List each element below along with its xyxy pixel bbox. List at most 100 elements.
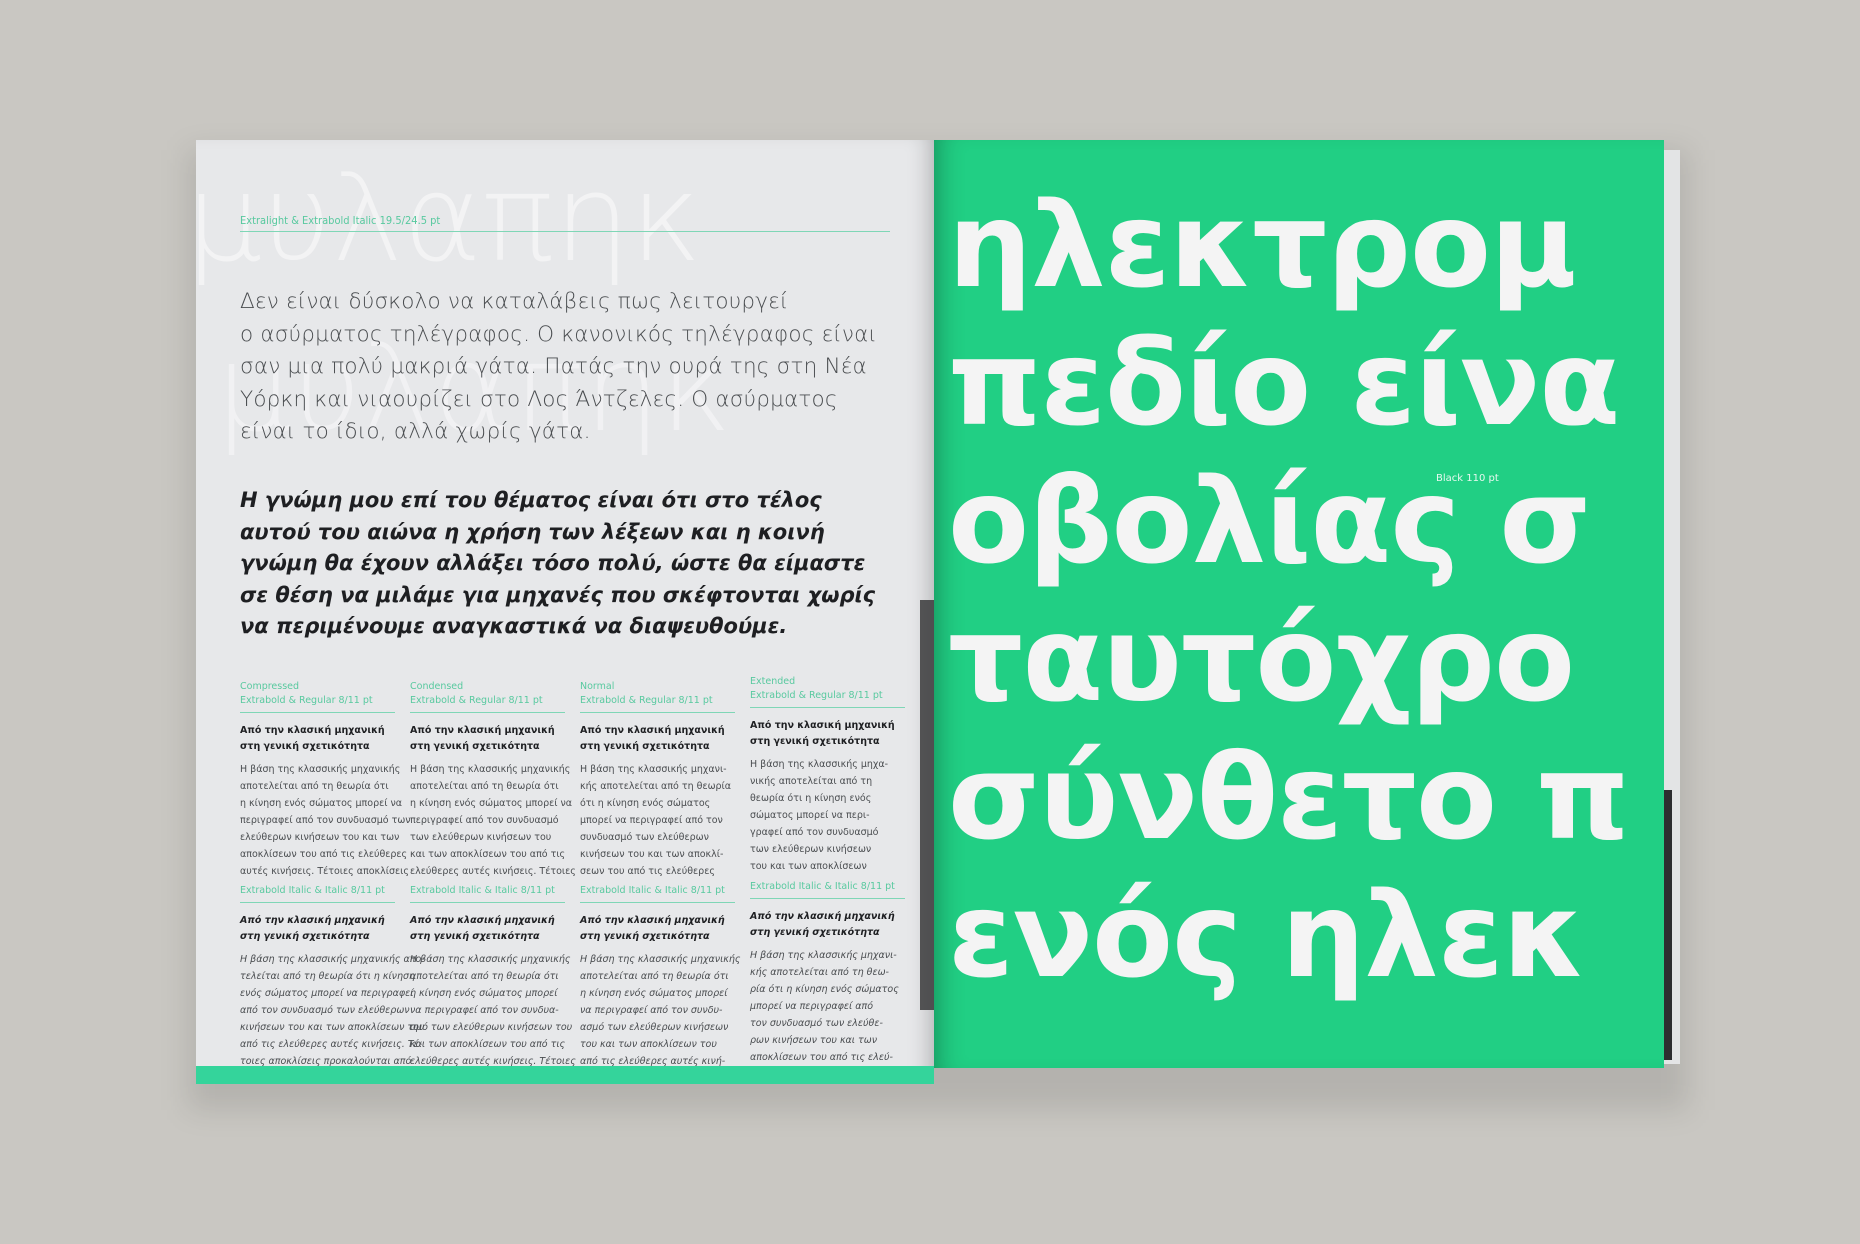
column-text: των ελεύθερων κινήσεων — [750, 844, 872, 855]
column-text: να περιγραφεί από τον συνδυ- — [580, 1005, 723, 1016]
column-text: Η βάση της κλασσικής μηχανικής — [580, 954, 741, 965]
column-heading: στη γενική σχετικότητα — [410, 741, 540, 752]
column-text: των ελεύθερων κινήσεων του — [410, 832, 552, 843]
column-text: Η βάση της κλασσικής μηχανικής — [240, 764, 401, 775]
column-text: συνδυασμό των ελεύθερων — [580, 832, 709, 843]
column-italic-1: Extrabold Italic & Italic 8/11 pt Από τη… — [240, 884, 425, 1070]
column-text: Η βάση της κλασσικής μηχανικής — [410, 954, 571, 965]
display-line: σύνθετο π — [948, 728, 1630, 866]
column-heading: Από την κλασική μηχανική — [410, 915, 555, 926]
column-caption: Extrabold & Regular 8/11 pt — [410, 695, 543, 706]
column-heading: Από την κλασική μηχανική — [580, 915, 725, 926]
bold-line: Η γνώμη μου επί του θέματος είναι ότι στ… — [240, 488, 822, 512]
column-text: Η βάση της κλασσικής μηχανικής απο- — [240, 954, 425, 965]
column-text: σμό των ελεύθερων κινήσεων του — [410, 1022, 573, 1033]
column-heading: Από την κλασική μηχανική — [750, 911, 895, 922]
column-text: και των αποκλίσεων του από τις — [410, 849, 566, 860]
column-heading: Από την κλασική μηχανική — [240, 725, 385, 736]
column-caption: Extrabold Italic & Italic 8/11 pt — [240, 885, 385, 896]
bold-paragraph: Η γνώμη μου επί του θέματος είναι ότι στ… — [240, 485, 920, 643]
bold-line: γνώμη θα έχουν αλλάξει τόσο πολύ, ώστε θ… — [240, 551, 866, 575]
column-heading: στη γενική σχετικότητα — [240, 931, 370, 942]
column-text: ότι η κίνηση ενός σώματος — [580, 798, 711, 809]
column-text: η κίνηση ενός σώματος μπορεί να — [240, 798, 403, 809]
column-normal: Normal Extrabold & Regular 8/11 pt Από τ… — [580, 680, 735, 880]
column-caption: Extrabold Italic & Italic 8/11 pt — [410, 885, 555, 896]
column-text: περιγραφεί από τον συνδυασμό — [410, 815, 559, 826]
column-text: αποτελείται από τη θεωρία ότι — [240, 781, 389, 792]
bold-line: να περιμένουμε αναγκαστικά να διαψευθούμ… — [240, 614, 788, 638]
column-text: η κίνηση ενός σώματος μπορεί να — [410, 798, 573, 809]
column-compressed: Compressed Extrabold & Regular 8/11 pt Α… — [240, 680, 411, 880]
light-line: Δεν είναι δύσκολο να καταλάβεις πως λειτ… — [240, 289, 789, 314]
column-text: θεωρία ότι η κίνηση ενός — [750, 793, 872, 804]
column-text: νικής αποτελείται από τη — [750, 776, 873, 787]
column-text: αυτές κινήσεις. Τέτοιες αποκλίσεις — [240, 866, 409, 877]
display-line: ταυτόχρο — [948, 590, 1575, 728]
column-heading: στη γενική σχετικότητα — [750, 927, 880, 938]
column-text: κής αποτελείται από τη θεωρία — [580, 781, 732, 792]
column-text: αποτελείται από τη θεωρία ότι — [410, 971, 559, 982]
column-text: τον συνδυασμό των ελεύθε- — [750, 1018, 883, 1029]
column-extended: Extended Extrabold & Regular 8/11 pt Από… — [750, 675, 905, 875]
column-italic-4: Extrabold Italic & Italic 8/11 pt Από τη… — [750, 880, 905, 1066]
light-line: ο ασύρματος τηλέγραφος. Ο κανονικός τηλέ… — [240, 321, 878, 347]
column-heading: στη γενική σχετικότητα — [580, 741, 710, 752]
column-text: ασμό των ελεύθερων κινήσεων — [580, 1022, 729, 1033]
column-text: και των αποκλίσεων του από τις — [410, 1039, 566, 1050]
column-rule — [750, 898, 905, 899]
column-condensed: Condensed Extrabold & Regular 8/11 pt Απ… — [410, 680, 576, 880]
column-text: μπορεί να περιγραφεί από — [750, 1001, 874, 1012]
column-heading: Από την κλασική μηχανική — [750, 720, 895, 731]
right-page: ηλεκτρομ πεδίο είνα οβολίας σ ταυτόχρο σ… — [934, 140, 1664, 1068]
bold-line: αυτού του αιώνα η χρήση των λέξεων και η… — [240, 519, 825, 544]
column-heading: στη γενική σχετικότητα — [410, 931, 540, 942]
column-text: αποτελείται από τη θεωρία ότι — [580, 971, 729, 982]
back-page-dark-edge — [1664, 790, 1672, 1060]
display-line: ενός ηλεκ — [948, 866, 1586, 1004]
column-text: περιγραφεί από τον συνδυασμό των — [240, 815, 411, 826]
column-text: ενός σώματος μπορεί να περιγραφεί — [240, 988, 414, 999]
column-caption: Extrabold & Regular 8/11 pt — [240, 695, 373, 706]
column-caption: Normal — [580, 681, 615, 692]
column-caption: Extended — [750, 676, 796, 687]
column-text: μπορεί να περιγραφεί από τον — [580, 815, 723, 826]
column-text: να περιγραφεί από τον συνδυα- — [410, 1005, 559, 1016]
column-text: από τις ελεύθερες αυτές κινή- — [580, 1056, 726, 1067]
column-text: Η βάση της κλασσικής μηχανικής — [410, 764, 571, 775]
column-text: ελεύθερες αυτές κινήσεις. Τέτοιες — [410, 1056, 576, 1067]
column-text: τοιες αποκλίσεις προκαλούνται από — [240, 1056, 412, 1067]
size-label: Black 110 pt — [1436, 473, 1499, 484]
spine-shadow — [920, 600, 934, 1010]
column-text: ελεύθερων κινήσεων του και των — [240, 832, 400, 843]
column-text: σεων του από τις ελεύθερες — [580, 866, 715, 877]
column-text: ελεύθερες αυτές κινήσεις. Τέτοιες — [410, 866, 576, 877]
column-rule — [410, 712, 565, 713]
column-rule — [580, 712, 735, 713]
column-heading: Από την κλασική μηχανική — [410, 725, 555, 736]
column-text: ρων κινήσεων του και των — [750, 1035, 878, 1046]
column-text: αποτελείται από τη θεωρία ότι — [410, 781, 559, 792]
column-rule — [750, 707, 905, 708]
column-rule — [240, 902, 395, 903]
column-caption: Compressed — [240, 681, 300, 692]
column-text: κινήσεων του και των αποκλίσεων του — [240, 1022, 425, 1033]
column-text: αποκλίσεων του από τις ελεύ- — [750, 1052, 893, 1063]
column-caption: Extrabold Italic & Italic 8/11 pt — [750, 881, 895, 892]
column-text: Η βάση της κλασσικής μηχανι- — [750, 950, 897, 961]
column-text: κινήσεων του και των αποκλί- — [580, 849, 724, 860]
column-heading: στη γενική σχετικότητα — [580, 931, 710, 942]
display-line: ηλεκτρομ — [948, 176, 1577, 314]
column-text: από τις ελεύθερες αυτές κινήσεις. Τέ- — [240, 1039, 423, 1050]
column-rule — [410, 902, 565, 903]
column-text: τελείται από τη θεωρία ότι η κίνηση — [240, 971, 416, 982]
column-text: αποκλίσεων του από τις ελεύθερες — [240, 849, 408, 860]
light-line: Υόρκη και νιαουρίζει στο Λος Άντζελες. Ο… — [240, 386, 838, 412]
column-caption: Condensed — [410, 681, 464, 692]
column-italic-2: Extrabold Italic & Italic 8/11 pt Από τη… — [410, 884, 576, 1070]
column-text: από τον συνδυασμό των ελεύθερων — [240, 1005, 410, 1016]
column-rule — [580, 902, 735, 903]
column-text: του και των αποκλίσεων του — [580, 1039, 717, 1050]
column-italic-3: Extrabold Italic & Italic 8/11 pt Από τη… — [580, 884, 741, 1070]
column-text: του και των αποκλίσεων — [750, 861, 867, 872]
